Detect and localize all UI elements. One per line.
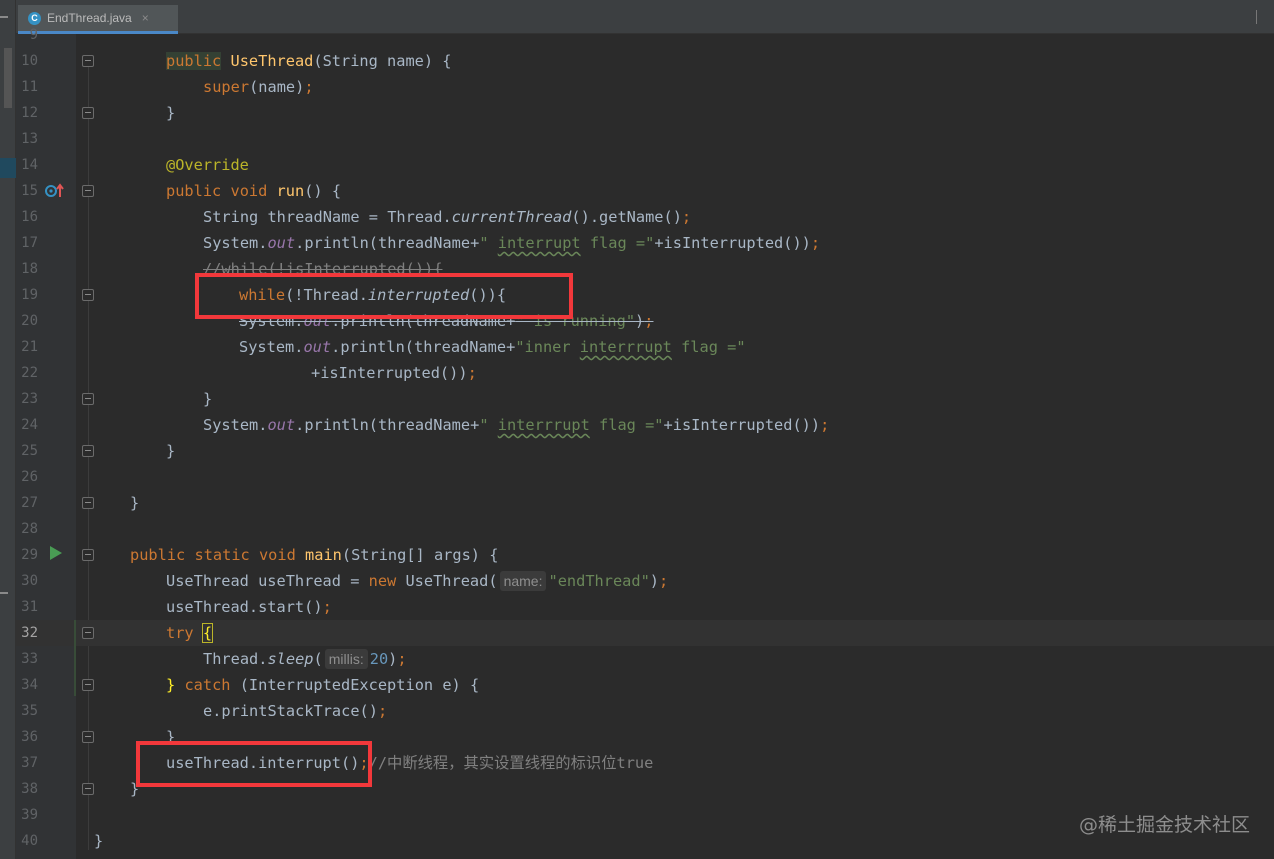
code-line-20: System.out.println(threadName+" is runni…: [239, 312, 654, 330]
code-line-12: }: [166, 104, 176, 122]
line-number: 30: [21, 573, 38, 589]
fold-toggle-icon[interactable]: [82, 289, 94, 301]
param-hint: name:: [499, 571, 547, 591]
code-line-31: useThread.start();: [166, 598, 332, 616]
run-main-icon[interactable]: [50, 546, 62, 560]
line-number: 22: [21, 365, 38, 381]
code-line-10: public UseThread(String name) {: [166, 52, 452, 70]
line-number: 9: [29, 27, 38, 43]
code-line-38: }: [130, 780, 140, 798]
line-number: 37: [21, 755, 38, 771]
watermark: @稀土掘金技术社区: [1078, 814, 1250, 836]
tab-title: EndThread.java: [47, 11, 132, 25]
code-line-11: super(name);: [203, 78, 314, 96]
code-line-37: useThread.interrupt();//中断线程，其实设置线程的标识位t…: [166, 754, 654, 772]
strip-marker: [0, 592, 8, 594]
line-number: 24: [21, 417, 38, 433]
code-line-17: System.out.println(threadName+" interrup…: [203, 234, 821, 252]
line-number: 31: [21, 599, 38, 615]
code-line-27: }: [130, 494, 140, 512]
param-hint: millis:: [324, 649, 368, 669]
code-line-25: }: [166, 442, 176, 460]
line-number: 40: [21, 833, 38, 849]
code-line-30: UseThread useThread = new UseThread(name…: [166, 571, 669, 591]
line-number: 12: [21, 105, 38, 121]
fold-toggle-icon[interactable]: [82, 731, 94, 743]
fold-toggle-icon[interactable]: [82, 445, 94, 457]
vcs-change-marker: [74, 620, 76, 696]
line-number: 34: [21, 677, 38, 693]
strip-active-marker: [0, 158, 16, 178]
tab-endthread-java[interactable]: C EndThread.java ×: [18, 5, 178, 34]
line-number: 25: [21, 443, 38, 459]
fold-toggle-icon[interactable]: [82, 393, 94, 405]
line-number: 35: [21, 703, 38, 719]
line-number: 20: [21, 313, 38, 329]
code-line-16: String threadName = Thread.currentThread…: [203, 208, 692, 226]
line-number: 29: [21, 547, 38, 563]
code-line-15: public void run() {: [166, 182, 342, 200]
line-number: 13: [21, 131, 38, 147]
line-number: 23: [21, 391, 38, 407]
code-line-29: public static void main(String[] args) {: [130, 546, 499, 564]
code-line-19: while(!Thread.interrupted()){: [239, 286, 507, 304]
fold-toggle-icon[interactable]: [82, 783, 94, 795]
code-line-22: +isInterrupted());: [311, 364, 477, 382]
ide-window: C EndThread.java × 9 10 11 12 13 14 15 1…: [0, 0, 1274, 859]
code-line-23: }: [203, 390, 213, 408]
code-line-34: } catch (InterruptedException e) {: [166, 676, 480, 694]
fold-toggle-icon[interactable]: [82, 679, 94, 691]
line-number: 39: [21, 807, 38, 823]
fold-toggle-icon[interactable]: [82, 55, 94, 67]
fold-toggle-icon[interactable]: [82, 107, 94, 119]
line-number: 21: [21, 339, 38, 355]
line-number: 14: [21, 157, 38, 173]
line-number: 28: [21, 521, 38, 537]
code-line-35: e.printStackTrace();: [203, 702, 388, 720]
code-line-24: System.out.println(threadName+" interrru…: [203, 416, 830, 434]
line-number: 16: [21, 209, 38, 225]
line-number: 33: [21, 651, 38, 667]
line-number: 11: [21, 79, 38, 95]
line-number: 36: [21, 729, 38, 745]
editor-tab-bar: C EndThread.java ×: [16, 0, 1274, 34]
code-line-33: Thread.sleep(millis: 20);: [203, 649, 407, 669]
line-number: 15: [21, 183, 38, 199]
line-number: 10: [21, 53, 38, 69]
line-number: 19: [21, 287, 38, 303]
fold-toggle-icon[interactable]: [82, 627, 94, 639]
code-line-18: //while(!isInterrupted()){: [203, 260, 443, 278]
strip-scroll-thumb[interactable]: [4, 48, 12, 108]
line-number: 26: [21, 469, 38, 485]
code-line-32: try {: [166, 623, 214, 643]
code-line-14: @Override: [166, 156, 249, 174]
line-number: 17: [21, 235, 38, 251]
strip-marker: [0, 16, 8, 18]
override-method-icon[interactable]: [45, 183, 65, 199]
line-number: 38: [21, 781, 38, 797]
close-icon[interactable]: ×: [142, 11, 149, 25]
line-number: 18: [21, 261, 38, 277]
code-line-40: }: [94, 832, 104, 850]
code-line-21: System.out.println(threadName+"inner int…: [239, 338, 746, 356]
line-number: 32: [21, 625, 38, 641]
fold-toggle-icon[interactable]: [82, 549, 94, 561]
code-line-36: }: [166, 728, 176, 746]
fold-toggle-icon[interactable]: [82, 497, 94, 509]
tab-overflow-icon[interactable]: [1256, 10, 1266, 24]
line-number: 27: [21, 495, 38, 511]
fold-toggle-icon[interactable]: [82, 185, 94, 197]
left-tool-strip: [0, 0, 16, 859]
